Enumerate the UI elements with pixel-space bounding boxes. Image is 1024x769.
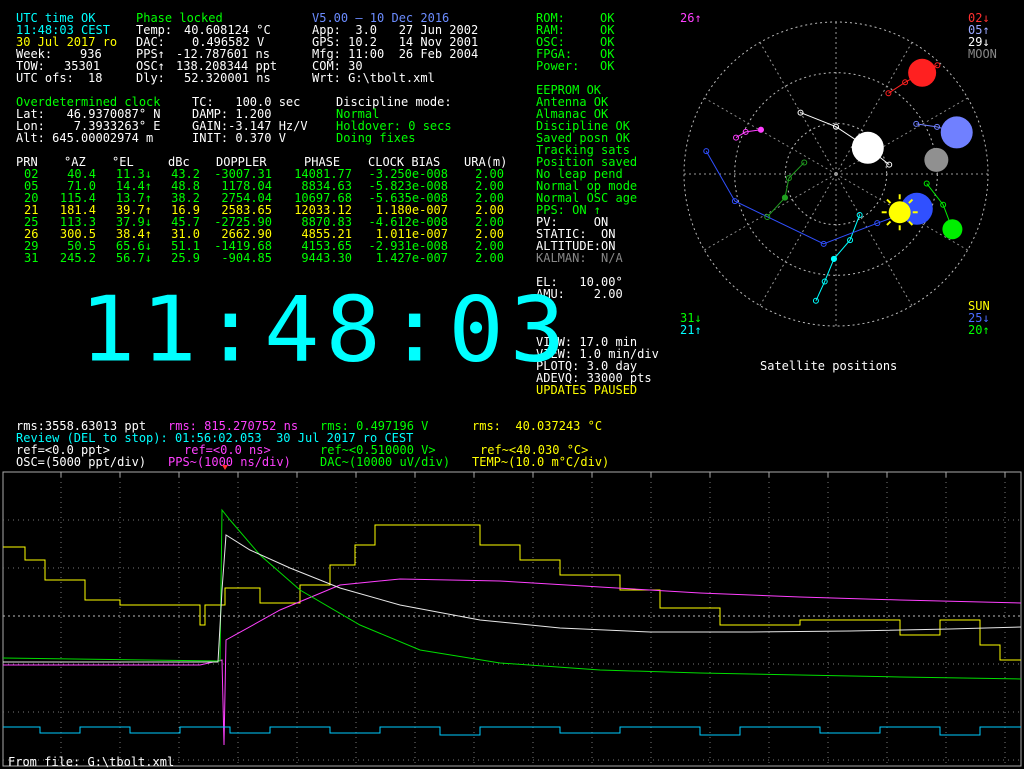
moon-icon xyxy=(924,147,949,172)
utcofs-label: UTC ofs: xyxy=(16,71,74,85)
dly-value: 52.320001 ns xyxy=(184,71,271,85)
satellite-20 xyxy=(942,219,963,240)
strip-chart[interactable] xyxy=(0,465,1024,768)
sat-el: 56.7↓ xyxy=(115,251,152,265)
sun-ray xyxy=(886,220,892,226)
sat-trail-25 xyxy=(705,150,917,245)
satellite-31 xyxy=(781,194,788,201)
altitude: Alt: 645.00002974 m xyxy=(16,131,154,145)
temp-trace xyxy=(3,524,1021,661)
sky-label-20: 20↑ xyxy=(968,323,990,337)
init-voltage: INIT: 0.370 V xyxy=(192,131,286,145)
sat-ura: 2.00 xyxy=(475,251,504,265)
big-clock: 11:48:03 xyxy=(80,277,572,382)
review-cursor xyxy=(222,465,228,470)
sun-icon xyxy=(888,201,911,224)
sky-spoke xyxy=(704,97,837,175)
sky-spoke xyxy=(759,173,837,306)
satellite-26 xyxy=(757,126,764,133)
satellite-21 xyxy=(830,255,837,262)
dac-trace xyxy=(2,508,1022,680)
from-file: From file: G:\tbolt.xml xyxy=(8,755,175,769)
rms-temp: rms: 40.037243 °C xyxy=(472,419,603,433)
sat-az: 245.2 xyxy=(59,251,96,265)
sat-phase: 9443.30 xyxy=(301,251,352,265)
osc-trace xyxy=(3,534,1022,663)
mode-kalman: KALMAN: N/A xyxy=(536,251,623,265)
satellite-02 xyxy=(908,58,937,87)
discipline-fixes: Doing fixes xyxy=(336,131,416,145)
sky-label-21: 21↑ xyxy=(680,323,702,337)
sat-bias: 1.427e-007 xyxy=(375,251,448,265)
sat-doppler: -904.85 xyxy=(221,251,272,265)
utcofs-value: 18 xyxy=(88,71,103,85)
satellite-29 xyxy=(851,131,884,164)
sky-caption: Satellite positions xyxy=(760,359,898,373)
health-power-label: Power: xyxy=(536,59,580,73)
sat-prn: 31 xyxy=(24,251,39,265)
updates-paused: UPDATES PAUSED xyxy=(536,383,638,397)
plot-frame xyxy=(2,471,1022,767)
sky-spoke xyxy=(759,42,837,175)
version-wrt: Wrt: G:\tbolt.xml xyxy=(312,71,435,85)
sky-label-26: 26↑ xyxy=(680,11,702,25)
dly-label: Dly: xyxy=(136,71,165,85)
health-power-value: OK xyxy=(600,59,615,73)
cyan-trace xyxy=(3,726,1021,736)
sat-dbc: 25.9 xyxy=(171,251,200,265)
sky-label-moon: MOON xyxy=(968,47,997,61)
sky-spoke xyxy=(704,173,837,251)
sat-trail-21 xyxy=(815,214,861,301)
sun-ray xyxy=(886,198,892,204)
satellite-05 xyxy=(940,116,973,149)
